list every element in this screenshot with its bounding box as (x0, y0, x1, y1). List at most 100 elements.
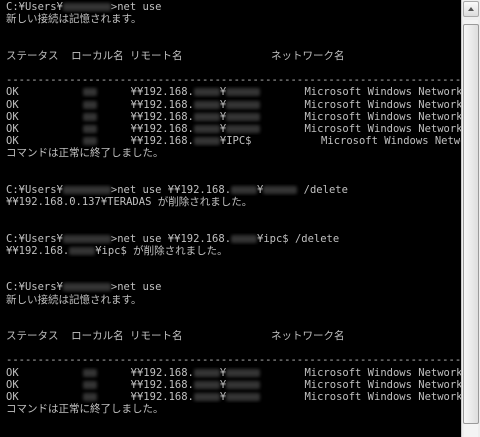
redacted-octet (231, 234, 258, 243)
remote-prefix: ¥¥192.168. (130, 122, 194, 135)
command-text: >net use (110, 1, 162, 13)
network-name-cell: Microsoft Windows Network (321, 135, 461, 148)
status-cell: OK (6, 110, 19, 123)
table-row: OK ¥¥192.168. ¥ Microsoft Windows Network (6, 99, 461, 111)
redacted-local-name (82, 112, 97, 121)
table-header: ステータス ローカル名 リモート名 ネットワーク名 (6, 49, 345, 62)
redacted-share (226, 380, 261, 389)
result-message: ¥¥192.168. ¥ipc$ が削除されました。 (6, 245, 461, 257)
remote-prefix: ¥¥192.168. (130, 135, 194, 148)
redacted-octet (193, 88, 220, 97)
result-suffix: ¥ipc$ が削除されました。 (95, 244, 228, 257)
scroll-up-arrow-icon[interactable] (463, 1, 479, 17)
status-cell: OK (6, 366, 19, 379)
command-flag: ¥ipc$ /delete (257, 232, 340, 245)
status-cell: OK (6, 135, 19, 148)
redacted-local-name (82, 393, 97, 401)
table-separator: ----------------------------------------… (6, 354, 461, 367)
status-cell: OK (6, 86, 19, 99)
redacted-octet (193, 393, 220, 401)
command-text: >net use (110, 281, 162, 294)
result-message: ¥¥192.168.0.137¥TERADAS が削除されました。 (6, 196, 253, 208)
console-output: C:¥Users¥ >net use 新しい接続は記憶されます。 ステータス ロー… (0, 0, 461, 415)
command-flag: /delete (297, 183, 348, 196)
redacted-username (62, 283, 111, 292)
info-message: 新しい接続は記憶されます。 (6, 293, 142, 306)
redacted-share (226, 100, 261, 109)
redacted-octet (193, 124, 220, 133)
prompt-text: C:¥Users¥ (6, 232, 63, 245)
redacted-octet (193, 112, 220, 121)
table-row: OK ¥¥192.168. ¥ Microsoft Windows Network (6, 391, 461, 403)
prompt-text: C:¥Users¥ (6, 281, 63, 294)
share-name: IPC$ (226, 135, 252, 148)
remote-prefix: ¥¥192.168. (130, 98, 194, 111)
table-row: OK ¥¥192.168. ¥ Microsoft Windows Network (6, 367, 461, 379)
info-message: 新しい接続は記憶されます。 (6, 13, 142, 26)
redacted-local-name (82, 137, 97, 146)
redacted-octet (193, 100, 220, 109)
table-row: OK ¥¥192.168. ¥ Microsoft Windows Network (6, 111, 461, 123)
command-prompt-window[interactable]: C:¥Users¥ >net use 新しい接続は記憶されます。 ステータス ロー… (0, 0, 461, 437)
command-text: >net use ¥¥192.168. (110, 232, 232, 245)
command-line: C:¥Users¥ >net use ¥¥192.168. ¥ipc$ /delet… (6, 233, 461, 245)
redacted-local-name (82, 368, 97, 377)
redacted-local-name (82, 124, 97, 133)
network-name-cell: Microsoft Windows Network (304, 122, 461, 135)
redacted-share (226, 112, 261, 121)
table-row: OK ¥¥192.168. ¥IPC$ Microsoft Windows Netw… (6, 135, 461, 147)
redacted-share (226, 124, 261, 133)
redacted-username (62, 3, 111, 11)
redacted-share (226, 88, 261, 97)
redacted-octet (231, 185, 258, 194)
prompt-text: C:¥Users¥ (6, 183, 63, 196)
table-header: ステータス ローカル名 リモート名 ネットワーク名 (6, 330, 345, 343)
table-row: OK ¥¥192.168. ¥ Microsoft Windows Network (6, 379, 461, 391)
redacted-local-name (82, 88, 97, 97)
remote-prefix: ¥¥192.168. (130, 86, 194, 99)
command-text: >net use ¥¥192.168. (110, 183, 232, 196)
network-name-cell: Microsoft Windows Network (304, 110, 461, 123)
remote-prefix: ¥¥192.168. (130, 110, 194, 123)
status-cell: OK (6, 391, 19, 403)
redacted-share (226, 368, 261, 377)
redacted-octet (193, 380, 220, 389)
redacted-username (62, 185, 111, 194)
network-name-cell: Microsoft Windows Network (304, 378, 461, 391)
redacted-username (62, 234, 111, 243)
redacted-share (263, 185, 298, 194)
status-cell: OK (6, 98, 19, 111)
redacted-octet (193, 137, 220, 146)
remote-prefix: ¥¥192.168. (130, 391, 194, 403)
table-row: OK ¥¥192.168. ¥ Microsoft Windows Network (6, 123, 461, 135)
network-name-cell: Microsoft Windows Network (304, 391, 461, 403)
remote-prefix: ¥¥192.168. (130, 378, 194, 391)
scrollbar-thumb[interactable] (463, 24, 479, 424)
command-line: C:¥Users¥ >net use (6, 281, 461, 293)
command-line: C:¥Users¥ >net use ¥¥192.168. ¥ /delete (6, 184, 461, 196)
redacted-share (226, 393, 261, 401)
redacted-octet (69, 246, 96, 255)
network-name-cell: Microsoft Windows Network (304, 86, 461, 99)
status-cell: OK (6, 378, 19, 391)
result-message: コマンドは正常に終了しました。 (6, 403, 164, 416)
table-row: OK ¥¥192.168. ¥ Microsoft Windows Network (6, 86, 461, 98)
redacted-local-name (82, 100, 97, 109)
vertical-scrollbar[interactable] (461, 0, 480, 437)
prompt-text: C:¥Users¥ (6, 1, 63, 13)
command-line: C:¥Users¥ >net use (6, 1, 461, 13)
network-name-cell: Microsoft Windows Network (304, 98, 461, 111)
redacted-local-name (82, 380, 97, 389)
